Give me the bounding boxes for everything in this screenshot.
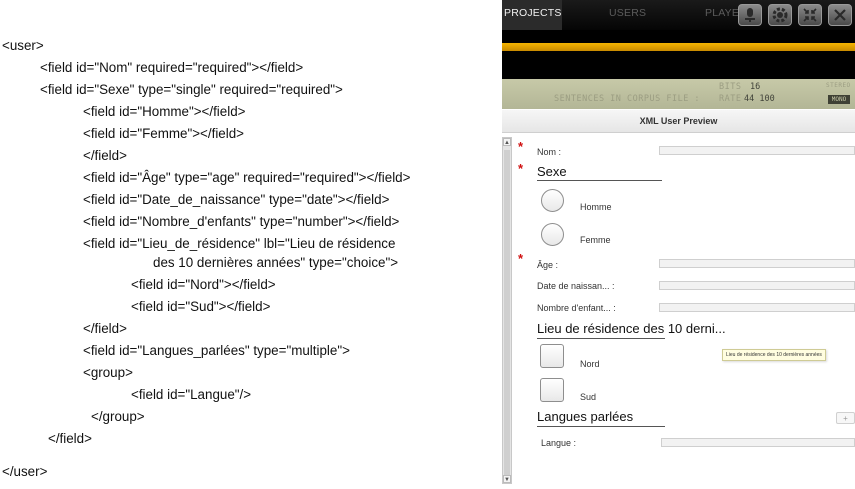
xml-line: </user> [2,464,48,479]
add-langue-button[interactable]: + [836,412,855,424]
homme-radio[interactable] [541,189,564,212]
rate-label: RATE [719,94,742,104]
homme-label: Homme [580,202,612,212]
xml-line: <field id="Langues_parlées" type="multip… [83,343,350,358]
xml-line: <field id="Sexe" type="single" required=… [40,82,343,97]
vertical-scrollbar[interactable]: ▲ ▼ [502,137,512,484]
sentences-label: SENTENCES IN CORPUS FILE : [554,94,701,104]
sexe-title: Sexe [537,164,567,179]
scroll-thumb[interactable] [504,150,510,475]
preview-title: XML User Preview [502,110,855,133]
nord-checkbox[interactable] [540,344,564,368]
app-panel: PROJECTS USERS PLAYER SENTENCES IN CORPU… [502,0,855,489]
xml-line: <field id="Date_de_naissance" type="date… [83,192,390,207]
scroll-down-icon[interactable]: ▼ [503,475,511,483]
section-divider [537,426,665,427]
sud-label: Sud [580,392,597,402]
femme-label: Femme [580,235,611,245]
required-marker: * [518,139,524,154]
xml-line: <field id="Lieu_de_résidence" lbl="Lieu … [83,236,396,251]
xml-line: </group> [91,409,145,424]
nom-input[interactable] [659,146,855,155]
femme-radio[interactable] [541,223,564,246]
langue-label: Langue : [541,438,577,448]
xml-line: </field> [83,148,127,163]
bits-value: 16 [750,82,761,92]
progress-fill [502,43,855,51]
enfants-input[interactable] [659,303,855,312]
xml-line: <field id="Femme"></field> [83,126,244,141]
xml-line: <field id="Nombre_d'enfants" type="numbe… [83,214,400,229]
section-divider [537,338,665,339]
rate-value: 44 100 [744,94,775,104]
scroll-up-icon[interactable]: ▲ [503,138,511,146]
langue-input[interactable] [661,438,855,447]
langues-title: Langues parlées [537,409,634,424]
bits-label: BITS [719,82,742,92]
tab-users[interactable]: USERS [609,7,646,19]
xml-line: <field id="Langue"/> [131,387,252,402]
lieu-tooltip: Lieu de résidence des 10 dernières année… [722,349,826,361]
mic-button[interactable] [738,4,762,26]
sud-checkbox[interactable] [540,378,564,402]
stereo-label: STEREO [826,82,851,89]
xml-line: des 10 dernières années" type="choice"> [153,255,399,270]
top-tab-bar: PROJECTS USERS PLAYER [502,0,855,30]
age-label: Âge : [537,260,559,270]
xml-source-listing: <user> <field id="Nom" required="require… [0,0,495,489]
settings-button[interactable] [768,4,792,26]
xml-line: <field id="Sud"></field> [131,299,271,314]
mic-icon [745,8,755,22]
date-label: Date de naissan... : [537,281,615,291]
xml-line: <field id="Nom" required="required"></fi… [40,60,304,75]
compress-icon [803,8,817,22]
close-icon [834,9,846,21]
close-button[interactable] [828,4,852,26]
xml-line: </field> [83,321,127,336]
nord-label: Nord [580,359,600,369]
xml-line: <field id="Homme"></field> [83,104,246,119]
nom-label: Nom : [537,147,562,157]
progress-track [502,43,855,51]
gear-icon [772,7,788,23]
section-divider [537,180,662,181]
status-display: SENTENCES IN CORPUS FILE : BITS 16 RATE … [502,79,855,109]
age-input[interactable] [659,259,855,268]
xml-line: <field id="Nord"></field> [131,277,276,292]
user-form-preview: * Nom : * Sexe Homme Femme * Âge : Date … [514,137,855,489]
enfants-label: Nombre d'enfant... : [537,303,616,313]
xml-line: <field id="Âge" type="age" required="req… [83,170,411,185]
progress-area [502,30,855,79]
required-marker: * [518,251,524,266]
required-marker: * [518,161,524,176]
xml-line: </field> [48,431,92,446]
xml-line: <group> [83,365,133,380]
date-input[interactable] [659,281,855,290]
xml-line: <user> [2,38,44,53]
tab-projects[interactable]: PROJECTS [502,0,562,30]
mono-button[interactable]: MONO [828,95,850,104]
compress-button[interactable] [798,4,822,26]
lieu-title: Lieu de résidence des 10 derni... [537,321,726,336]
